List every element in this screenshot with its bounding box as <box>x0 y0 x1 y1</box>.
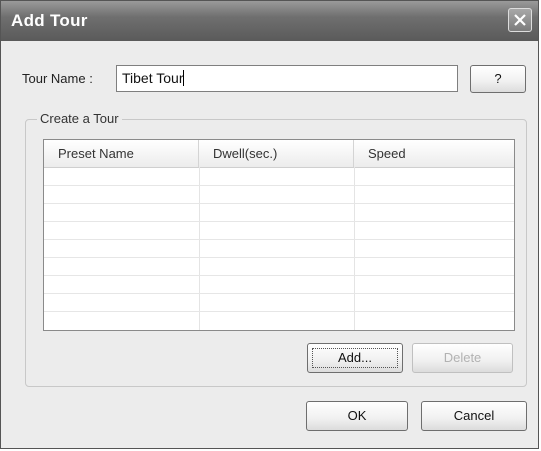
table-row[interactable] <box>44 275 514 276</box>
dialog-title: Add Tour <box>11 11 88 30</box>
table-row[interactable] <box>44 203 514 204</box>
table-row[interactable] <box>44 221 514 222</box>
column-header-dwell[interactable]: Dwell(sec.) <box>199 140 354 167</box>
tour-list[interactable]: Preset Name Dwell(sec.) Speed <box>43 139 515 331</box>
table-row[interactable] <box>44 257 514 258</box>
column-divider <box>354 167 355 330</box>
close-button[interactable] <box>508 8 532 32</box>
help-button[interactable]: ? <box>470 65 526 93</box>
column-header-preset-name[interactable]: Preset Name <box>44 140 199 167</box>
table-row[interactable] <box>44 293 514 294</box>
table-row[interactable] <box>44 239 514 240</box>
table-row[interactable] <box>44 311 514 312</box>
column-divider <box>199 167 200 330</box>
tour-name-label: Tour Name : <box>22 71 93 86</box>
title-bar[interactable]: Add Tour <box>1 1 538 41</box>
column-header-speed[interactable]: Speed <box>354 140 514 167</box>
add-tour-dialog: Add Tour Tour Name : Tibet Tour ? Create… <box>0 0 539 449</box>
create-tour-legend: Create a Tour <box>37 111 122 126</box>
tour-name-input[interactable]: Tibet Tour <box>116 65 458 92</box>
cancel-button[interactable]: Cancel <box>421 401 527 431</box>
text-caret <box>183 70 185 86</box>
tour-list-header: Preset Name Dwell(sec.) Speed <box>44 140 514 168</box>
ok-button[interactable]: OK <box>306 401 408 431</box>
tour-name-value: Tibet Tour <box>122 70 184 86</box>
close-icon <box>514 14 526 26</box>
delete-button[interactable]: Delete <box>412 343 513 373</box>
table-row[interactable] <box>44 185 514 186</box>
add-button[interactable]: Add... <box>307 343 403 373</box>
